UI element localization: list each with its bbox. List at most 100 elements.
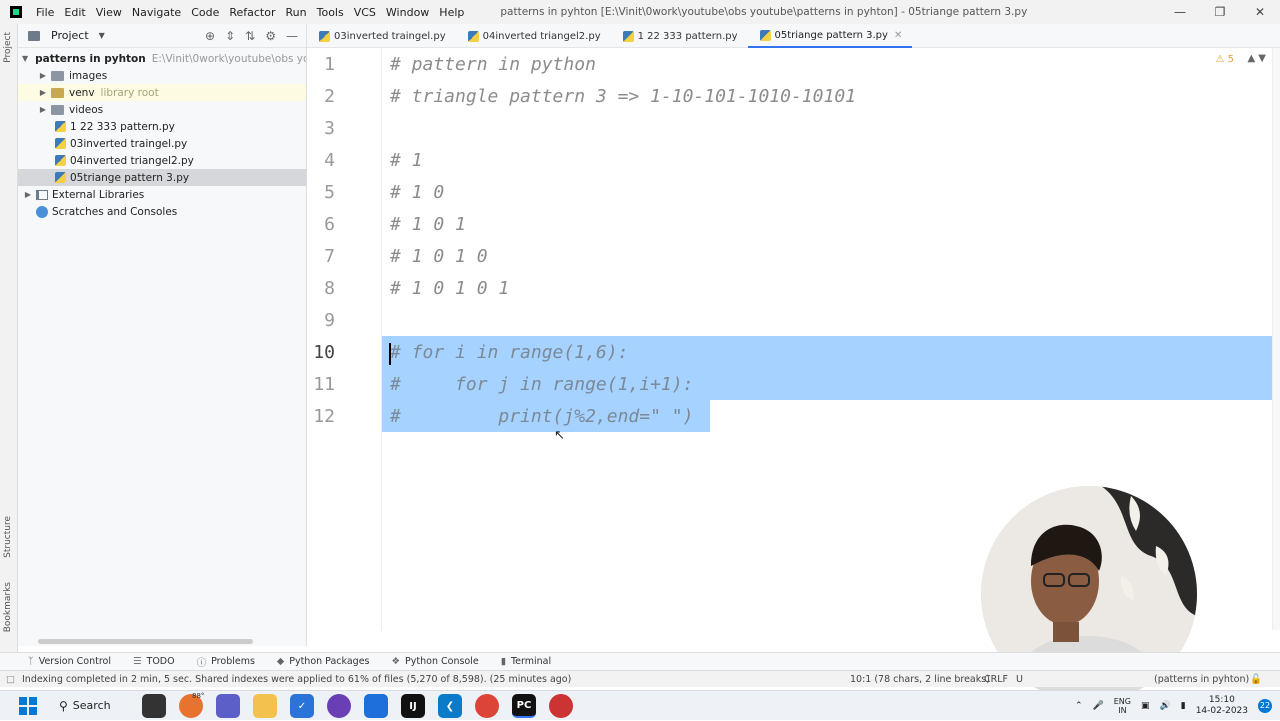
restore-icon[interactable]: ❐: [1200, 0, 1240, 24]
code-line: # pattern in python: [390, 54, 596, 75]
tree-item-videos[interactable]: ▶ videos: [18, 101, 306, 118]
menu-code[interactable]: Code: [191, 6, 219, 19]
minimize-icon[interactable]: —: [1160, 0, 1200, 24]
locate-icon[interactable]: ⊕: [205, 29, 215, 43]
menu-run[interactable]: Run: [286, 6, 307, 19]
menu-edit[interactable]: Edit: [64, 6, 85, 19]
language-indicator[interactable]: ENG IN: [1114, 697, 1131, 715]
menu-vcs[interactable]: VCS: [354, 6, 376, 19]
python-packages-tab[interactable]: ◆ Python Packages: [277, 656, 370, 667]
chevron-down-icon[interactable]: ▼: [99, 31, 105, 40]
lock-icon[interactable]: 🔓: [1250, 674, 1262, 685]
close-icon[interactable]: ✕: [1240, 0, 1280, 24]
tree-item-venv[interactable]: ▶ venv library root: [18, 84, 306, 101]
bottom-tool-label: Terminal: [510, 656, 552, 667]
tab-03inverted[interactable]: 03inverted traingel.py: [307, 24, 456, 48]
battery-icon[interactable]: ▮: [1181, 701, 1186, 711]
version-control-tab[interactable]: ᛉ Version Control: [28, 656, 111, 667]
display-icon[interactable]: ▣: [1141, 701, 1150, 711]
chevron-up-icon[interactable]: ⌃: [1075, 701, 1083, 711]
menu-view[interactable]: View: [96, 6, 122, 19]
status-toggle-icon[interactable]: □: [6, 674, 15, 685]
tab-label: 1 22 333 pattern.py: [637, 30, 738, 42]
library-icon: [36, 189, 48, 200]
microphone-icon[interactable]: 🎤: [1093, 701, 1104, 711]
tree-item-label: 04inverted triangel2.py: [70, 154, 194, 167]
problems-tab[interactable]: ⓘ Problems: [197, 655, 255, 669]
task-view-icon[interactable]: [142, 694, 166, 718]
app-icon[interactable]: [364, 694, 388, 718]
python-file-icon: [319, 30, 330, 42]
chrome-icon[interactable]: [475, 694, 499, 718]
tree-item-file[interactable]: 04inverted triangel2.py: [18, 152, 306, 169]
tree-item-scratches[interactable]: Scratches and Consoles: [18, 203, 306, 220]
chevron-down-icon[interactable]: ▼: [22, 54, 28, 63]
hide-icon[interactable]: —: [286, 29, 298, 43]
chevron-right-icon[interactable]: ▶: [37, 71, 49, 80]
inspection-nav-icons[interactable]: ▲ ▼: [1247, 53, 1266, 64]
tree-item-label: 1 22 333 pattern.py: [70, 120, 175, 133]
menu-refactor[interactable]: Refactor: [229, 6, 275, 19]
tree-item-file[interactable]: 1 22 333 pattern.py: [18, 118, 306, 135]
menu-tools[interactable]: Tools: [317, 6, 344, 19]
menu-navigate[interactable]: Navigate: [132, 6, 181, 19]
chevron-right-icon[interactable]: ▶: [22, 190, 34, 199]
teams-icon[interactable]: [216, 694, 240, 718]
terminal-tab[interactable]: ▮ Terminal: [501, 656, 551, 667]
tab-label: 05triange pattern 3.py: [774, 29, 888, 41]
todo-tab[interactable]: ☰ TODO: [133, 656, 175, 667]
tree-item-file-selected[interactable]: 05triange pattern 3.py: [18, 169, 306, 186]
tree-item-external-libraries[interactable]: ▶ External Libraries: [18, 186, 306, 203]
text-caret: [389, 343, 391, 365]
collapse-all-icon[interactable]: ⇅: [245, 29, 255, 43]
bookmarks-tool-tab[interactable]: Bookmarks: [3, 582, 13, 632]
intellij-icon[interactable]: IJ: [401, 694, 425, 718]
taskbar-search[interactable]: ⚲ Search: [59, 699, 111, 713]
expand-all-icon[interactable]: ⇕: [225, 29, 235, 43]
notification-badge[interactable]: 22: [1258, 699, 1272, 713]
settings-icon[interactable]: ⚙: [265, 29, 276, 43]
project-tool-tab[interactable]: Project: [3, 32, 13, 63]
chevron-right-icon[interactable]: ▶: [37, 88, 49, 97]
structure-tool-tab[interactable]: Structure: [3, 516, 13, 558]
vscode-icon[interactable]: ❮: [438, 694, 462, 718]
line-ending[interactable]: CRLF: [984, 674, 1008, 685]
tab-1-22-333[interactable]: 1 22 333 pattern.py: [611, 24, 748, 48]
close-tab-icon[interactable]: ✕: [894, 30, 902, 41]
python-file-icon: [55, 138, 66, 149]
tree-item-images[interactable]: ▶ images: [18, 67, 306, 84]
python-console-tab[interactable]: ❖ Python Console: [392, 656, 479, 667]
pycharm-taskbar-icon[interactable]: PC: [512, 694, 536, 718]
tree-root[interactable]: ▼ patterns in pyhton E:\Vinit\0work\yout…: [18, 50, 306, 67]
bottom-tool-label: Version Control: [38, 656, 111, 667]
taskbar-apps: ✓ IJ ❮ PC: [142, 694, 573, 718]
tab-05triange-active[interactable]: 05triange pattern 3.py ✕: [747, 24, 913, 48]
menu-file[interactable]: File: [36, 6, 54, 19]
interpreter-label[interactable]: (patterns in pyhton): [1154, 674, 1249, 685]
obs-icon[interactable]: [327, 694, 351, 718]
todo-app-icon[interactable]: ✓: [290, 694, 314, 718]
caret-position[interactable]: 10:1 (78 chars, 2 line breaks): [850, 674, 990, 685]
package-icon: ◆: [276, 656, 285, 667]
menu-help[interactable]: Help: [439, 6, 464, 19]
language-line: ENG: [1113, 697, 1131, 706]
tab-04inverted[interactable]: 04inverted triangel2.py: [456, 24, 611, 48]
volume-icon[interactable]: 🔊: [1160, 701, 1171, 711]
line-number: 1: [324, 54, 335, 75]
project-view-label[interactable]: Project: [51, 29, 89, 42]
horizontal-scrollbar[interactable]: [38, 639, 253, 644]
windows-start-icon[interactable]: [19, 696, 37, 715]
tree-item-file[interactable]: 03inverted traingel.py: [18, 135, 306, 152]
list-icon: ☰: [133, 656, 142, 667]
clock[interactable]: 15:10 14-02-2023: [1196, 695, 1248, 717]
status-bar: □ Indexing completed in 2 min, 5 sec. Sh…: [0, 670, 1280, 687]
warning-indicator[interactable]: ⚠ 5: [1215, 54, 1234, 65]
status-message[interactable]: Indexing completed in 2 min, 5 sec. Shar…: [22, 674, 571, 685]
file-encoding[interactable]: U: [1016, 674, 1023, 685]
file-explorer-icon[interactable]: [253, 694, 277, 718]
recorder-icon[interactable]: [549, 694, 573, 718]
menu-window[interactable]: Window: [386, 6, 429, 19]
chevron-right-icon[interactable]: ▶: [37, 105, 49, 114]
project-tree: ▼ patterns in pyhton E:\Vinit\0work\yout…: [18, 48, 306, 220]
python-file-icon: [55, 121, 66, 132]
